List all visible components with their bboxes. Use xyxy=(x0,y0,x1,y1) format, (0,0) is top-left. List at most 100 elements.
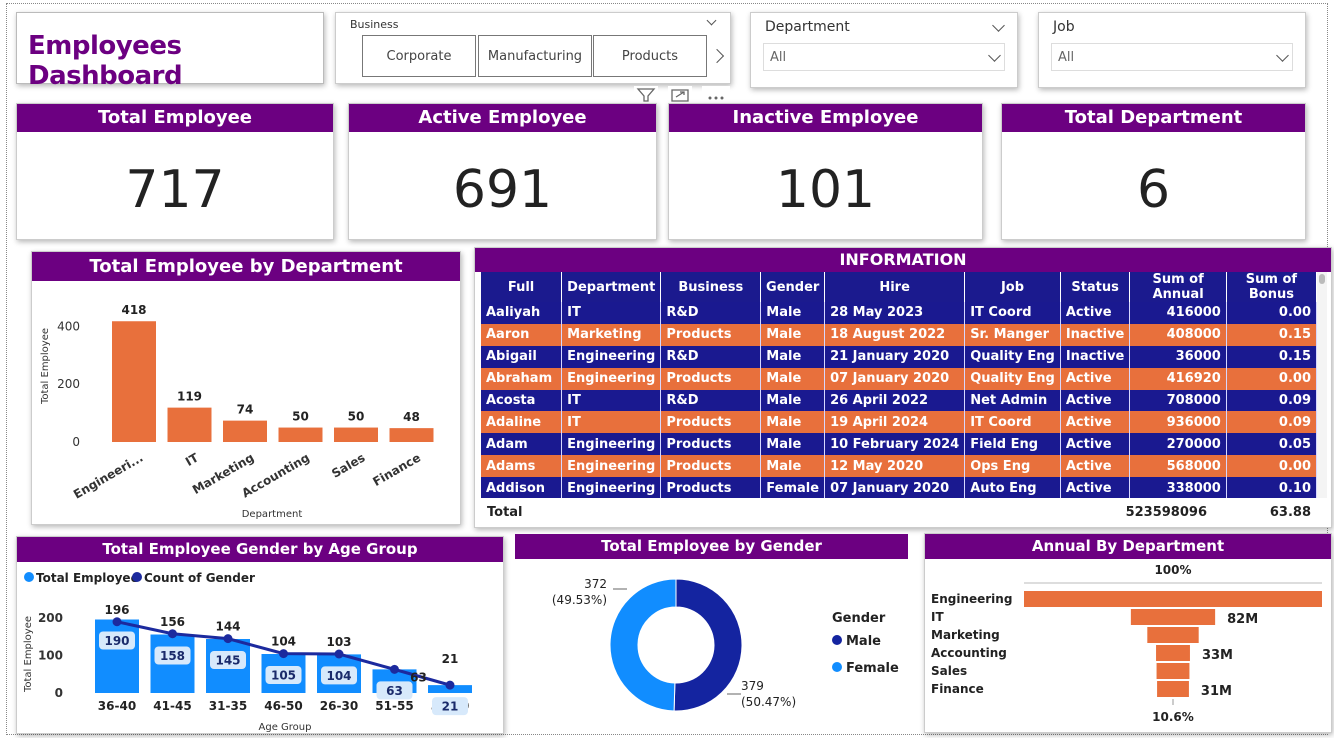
data-label: 372 xyxy=(584,577,607,591)
table-cell: Adaline xyxy=(481,411,563,434)
chart-title: Total Employee Gender by Age Group xyxy=(17,537,503,562)
column-header[interactable]: Gender xyxy=(760,272,826,302)
data-label: 119 xyxy=(177,390,202,404)
kpi-label: Total Department xyxy=(1002,104,1305,132)
table-row[interactable]: Aaliyah IT R&D Male 28 May 2023 IT Coord Activ… xyxy=(481,302,1317,324)
table-cell: Active xyxy=(1060,455,1131,478)
funnel-bar xyxy=(1156,663,1190,679)
data-label: 31M xyxy=(1201,684,1232,699)
table-row[interactable]: Adaline IT Products Male 19 April 2024 IT Coo… xyxy=(481,411,1317,434)
data-label: 21 xyxy=(442,700,459,714)
column-header[interactable]: Hire xyxy=(824,272,966,302)
chevron-right-icon[interactable] xyxy=(709,48,725,64)
table-cell: R&D xyxy=(660,345,762,368)
bar xyxy=(334,427,378,442)
table-cell: 0.09 xyxy=(1226,411,1317,434)
line-point xyxy=(279,649,288,659)
table-cell: 270000 xyxy=(1129,433,1227,456)
table-cell: Products xyxy=(660,323,762,346)
data-label: 50 xyxy=(348,410,365,424)
job-select[interactable]: All xyxy=(1051,43,1293,71)
information-table: Full Department Business Gender Hire Job Statu… xyxy=(481,272,1317,498)
data-label: 158 xyxy=(160,649,185,663)
table-cell: Addison xyxy=(481,477,563,498)
table-cell: Female xyxy=(760,477,826,498)
x-tick-label: 46-50 xyxy=(264,699,302,713)
department-select[interactable]: All xyxy=(763,43,1005,71)
column-header[interactable]: Sum of Annual xyxy=(1129,272,1227,302)
funnel-bar xyxy=(1157,681,1189,697)
table-cell: 936000 xyxy=(1129,411,1227,434)
slicer-option-corporate[interactable]: Corporate xyxy=(362,35,476,77)
chevron-down-icon[interactable] xyxy=(706,15,717,26)
table-cell: 28 May 2023 xyxy=(824,302,966,324)
chart-title: Annual By Department xyxy=(925,534,1331,559)
x-tick-label: Finance xyxy=(370,450,423,488)
data-label: 21 xyxy=(442,652,459,666)
more-options-icon[interactable] xyxy=(702,86,730,102)
column-header[interactable]: Job xyxy=(964,272,1061,302)
y-tick-label: 100 xyxy=(38,649,63,663)
x-tick-label: 41-45 xyxy=(153,699,191,713)
chart-title: Total Employee by Gender xyxy=(515,534,908,559)
slicer-option-manufacturing[interactable]: Manufacturing xyxy=(478,35,592,77)
data-label: 33M xyxy=(1202,648,1233,663)
data-label: 104 xyxy=(326,669,351,683)
y-tick-label: 200 xyxy=(38,611,63,625)
table-cell: Male xyxy=(760,345,826,368)
table-cell: 708000 xyxy=(1129,389,1227,412)
business-slicer[interactable]: Business Corporate Manufacturing Product… xyxy=(335,12,731,84)
legend-dot xyxy=(832,662,842,672)
table-cell: 338000 xyxy=(1129,477,1227,498)
column-header[interactable]: Status xyxy=(1060,272,1131,302)
bar xyxy=(389,428,434,442)
line-point xyxy=(390,664,399,674)
table-row[interactable]: Abraham Engineering Products Male 07 January… xyxy=(481,367,1317,390)
table-cell: 21 January 2020 xyxy=(824,345,966,368)
data-label: (49.53%) xyxy=(552,593,607,607)
x-tick-label: IT xyxy=(183,450,202,469)
legend-label: Total Employee xyxy=(36,571,139,585)
table-row[interactable]: Acosta IT R&D Male 26 April 2022 Net Admin Act… xyxy=(481,389,1317,412)
scrollbar[interactable] xyxy=(1317,272,1327,498)
table-cell: 0.00 xyxy=(1226,302,1317,324)
kpi-total-department: Total Department 6 xyxy=(1001,103,1306,240)
table-cell: 0.15 xyxy=(1226,323,1317,346)
total-bonus: 63.88 xyxy=(1269,505,1311,520)
data-label: (50.47%) xyxy=(741,695,796,709)
data-label: 156 xyxy=(160,615,185,629)
column-header[interactable]: Full xyxy=(481,272,563,302)
table-row[interactable]: Adams Engineering Products Male 12 May 2020 O… xyxy=(481,455,1317,478)
table-body[interactable]: Full Department Business Gender Hire Job Statu… xyxy=(481,272,1317,498)
job-filter[interactable]: Job All xyxy=(1038,12,1306,88)
table-cell: 18 August 2022 xyxy=(824,323,966,346)
slicer-option-products[interactable]: Products xyxy=(593,35,707,77)
table-cell: 0.00 xyxy=(1226,455,1317,478)
table-row[interactable]: Adam Engineering Products Male 10 February 2… xyxy=(481,433,1317,456)
job-filter-label: Job xyxy=(1053,19,1075,35)
table-cell: Abraham xyxy=(481,367,563,390)
data-label: 82M xyxy=(1227,612,1258,627)
table-row[interactable]: Abigail Engineering R&D Male 21 January 2020… xyxy=(481,345,1317,368)
focus-mode-icon[interactable] xyxy=(668,86,692,102)
department-filter[interactable]: Department All xyxy=(750,12,1018,88)
column-header[interactable]: Business xyxy=(660,272,762,302)
legend-label: Male xyxy=(846,634,881,649)
table-header-row: Full Department Business Gender Hire Job Statu… xyxy=(481,272,1317,302)
column-header[interactable]: Department xyxy=(561,272,662,302)
table-cell: 416000 xyxy=(1129,302,1227,324)
legend-title: Gender xyxy=(832,611,886,626)
table-cell: Adams xyxy=(481,455,563,478)
table-row[interactable]: Addison Engineering Products Female 07 Janua… xyxy=(481,477,1317,498)
table-cell: Engineering xyxy=(561,455,662,478)
annual-funnel-chart: 100% Engineering IT 82M Marketing Accounting 3… xyxy=(931,563,1322,724)
kpi-value: 717 xyxy=(125,160,225,220)
table-cell: Products xyxy=(660,411,762,434)
table-cell: Engineering xyxy=(561,345,662,368)
column-header[interactable]: Sum of Bonus xyxy=(1226,272,1317,302)
table-cell: 0.09 xyxy=(1226,389,1317,412)
filter-icon[interactable] xyxy=(634,86,658,102)
table-row[interactable]: Aaron Marketing Products Male 18 August 2022… xyxy=(481,323,1317,346)
table-cell: Male xyxy=(760,389,826,412)
chevron-down-icon[interactable] xyxy=(992,19,1005,32)
